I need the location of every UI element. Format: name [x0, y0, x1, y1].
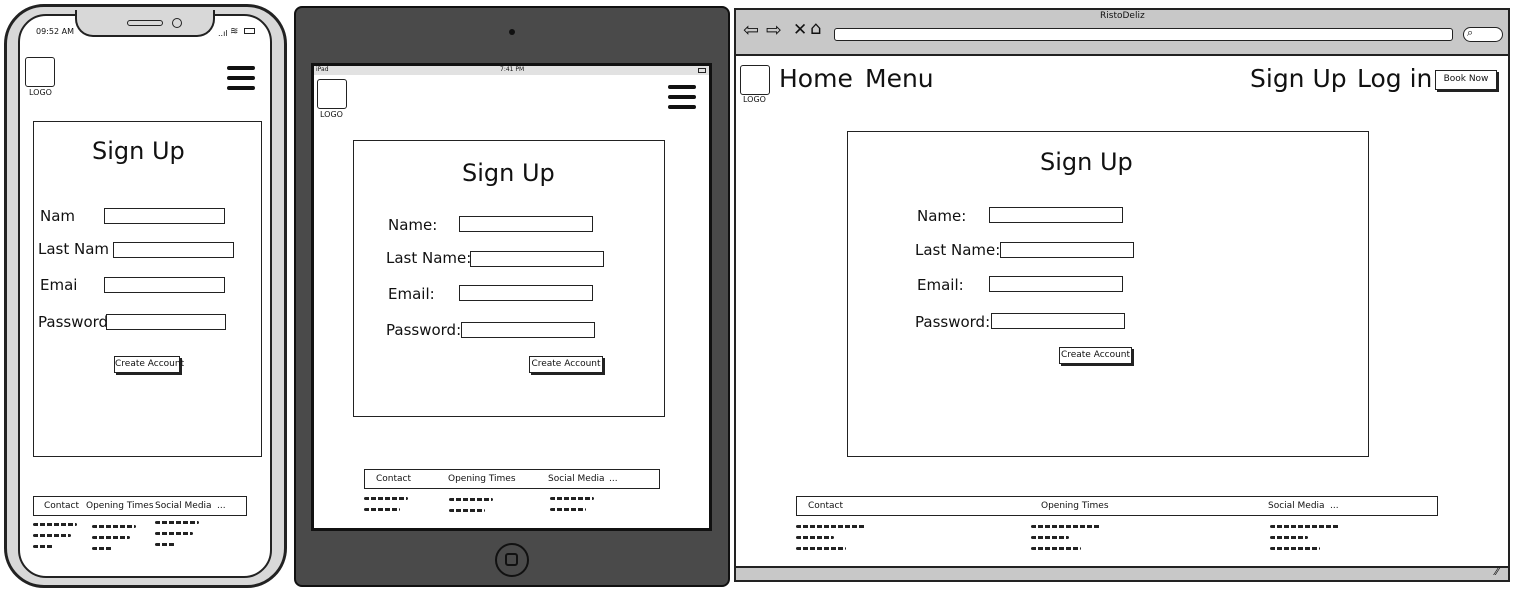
- nav-login-link[interactable]: Log in: [1357, 64, 1432, 93]
- mobile-status-time: 09:52 AM: [36, 27, 74, 36]
- tablet-status-time: 7:41 PM: [500, 66, 525, 73]
- mobile-footer-bar: Contact Opening Times Social Media ...: [33, 496, 247, 516]
- tablet-lastname-field[interactable]: [470, 251, 604, 267]
- tablet-password-label: Password:: [386, 321, 462, 339]
- desktop-password-label: Password:: [915, 313, 991, 331]
- tablet-footer-contact[interactable]: Contact: [376, 474, 411, 484]
- mobile-password-label: Password: [38, 313, 109, 331]
- tablet-name-field[interactable]: [459, 216, 593, 232]
- desktop-logo-label: LOGO: [743, 95, 766, 104]
- desktop-footer-contact[interactable]: Contact: [808, 501, 843, 511]
- tablet-status-device: iPad: [316, 66, 329, 73]
- mobile-footer-opening-times[interactable]: Opening Times: [86, 501, 154, 511]
- search-field[interactable]: ⌕: [1463, 26, 1503, 42]
- desktop-footer-social-media[interactable]: Social Media: [1268, 501, 1325, 511]
- hamburger-menu-icon[interactable]: [227, 66, 255, 96]
- search-icon: ⌕: [1467, 26, 1474, 39]
- nav-menu-link[interactable]: Menu: [865, 64, 934, 93]
- tablet-logo-label: LOGO: [320, 110, 343, 119]
- close-icon[interactable]: ✕: [793, 20, 807, 40]
- mobile-logo-label: LOGO: [29, 88, 52, 97]
- desktop-lastname-field[interactable]: [1000, 242, 1134, 258]
- desktop-create-account-button[interactable]: Create Account: [1059, 347, 1132, 364]
- signal-icon: ..ıl: [218, 29, 228, 38]
- mobile-footer-more[interactable]: ...: [217, 501, 226, 511]
- desktop-password-field[interactable]: [991, 313, 1125, 329]
- wifi-icon: ≋: [230, 26, 239, 37]
- mobile-logo[interactable]: [25, 57, 55, 87]
- desktop-footer-opening-times[interactable]: Opening Times: [1041, 501, 1109, 511]
- tablet-footer-more[interactable]: ...: [609, 474, 618, 484]
- battery-icon: [244, 28, 255, 34]
- mobile-footer-contact[interactable]: Contact: [44, 501, 79, 511]
- desktop-name-field[interactable]: [989, 207, 1123, 223]
- tablet-logo[interactable]: [317, 79, 347, 109]
- speaker-grille: [127, 20, 163, 26]
- tablet-create-account-button[interactable]: Create Account: [529, 356, 603, 373]
- desktop-name-label: Name:: [917, 207, 967, 225]
- tablet-footer-opening-times[interactable]: Opening Times: [448, 474, 516, 484]
- home-icon[interactable]: ⌂: [810, 19, 821, 39]
- browser-status-bar: [736, 566, 1508, 580]
- home-button-icon[interactable]: [495, 543, 529, 577]
- mobile-password-field[interactable]: [106, 314, 226, 330]
- tablet-email-label: Email:: [388, 285, 435, 303]
- battery-icon: [698, 68, 706, 73]
- tablet-form-title: Sign Up: [462, 159, 555, 187]
- nav-home-link[interactable]: Home: [779, 64, 853, 93]
- mobile-email-label: Emai: [40, 276, 78, 294]
- resize-grip-icon[interactable]: ⁄⁄: [1495, 567, 1498, 578]
- browser-window-title: RistoDeliz: [1100, 11, 1145, 21]
- mobile-lastname-field[interactable]: [113, 242, 234, 258]
- hamburger-menu-icon[interactable]: [668, 85, 696, 115]
- back-arrow-icon[interactable]: ⇦: [743, 20, 759, 40]
- desktop-lastname-label: Last Name:: [915, 241, 1001, 259]
- mobile-name-label: Nam: [40, 207, 76, 225]
- camera-icon: [509, 29, 515, 35]
- mobile-email-field[interactable]: [104, 277, 225, 293]
- desktop-logo[interactable]: [740, 65, 770, 95]
- tablet-name-label: Name:: [388, 216, 438, 234]
- desktop-email-field[interactable]: [989, 276, 1123, 292]
- desktop-footer-more[interactable]: ...: [1330, 501, 1339, 511]
- mobile-name-field[interactable]: [104, 208, 225, 224]
- address-bar[interactable]: [834, 28, 1453, 41]
- forward-arrow-icon[interactable]: ⇨: [766, 20, 782, 40]
- tablet-footer-bar: Contact Opening Times Social Media ...: [364, 469, 660, 489]
- mobile-lastname-label: Last Nam: [38, 240, 110, 258]
- mobile-form-title: Sign Up: [92, 137, 185, 165]
- desktop-footer-bar: Contact Opening Times Social Media ...: [796, 496, 1438, 516]
- nav-signup-link[interactable]: Sign Up: [1250, 64, 1347, 93]
- camera-icon: [172, 18, 182, 28]
- desktop-form-title: Sign Up: [1040, 148, 1133, 176]
- tablet-footer-social-media[interactable]: Social Media: [548, 474, 605, 484]
- desktop-signup-form: [847, 131, 1369, 457]
- book-now-button[interactable]: Book Now: [1435, 70, 1497, 90]
- mobile-footer-social-media[interactable]: Social Media: [155, 501, 212, 511]
- tablet-email-field[interactable]: [459, 285, 593, 301]
- tablet-lastname-label: Last Name:: [386, 249, 472, 267]
- tablet-password-field[interactable]: [461, 322, 595, 338]
- desktop-email-label: Email:: [917, 276, 964, 294]
- mobile-create-account-button[interactable]: Create Account: [114, 356, 184, 373]
